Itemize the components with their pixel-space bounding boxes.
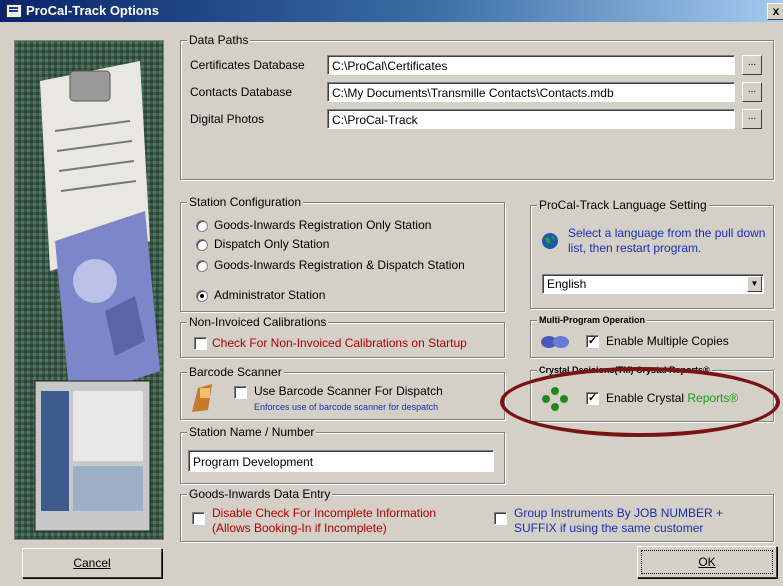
radio-goods-inwards-dispatch-label[interactable]: Goods-Inwards Registration & Dispatch St… <box>214 258 465 272</box>
group-instruments-label-line1[interactable]: Group Instruments By JOB NUMBER + <box>514 506 723 520</box>
certificates-browse-button[interactable]: ... <box>742 55 762 75</box>
station-name-field[interactable]: Program Development <box>188 450 494 472</box>
close-button[interactable]: x <box>767 3 783 20</box>
barcode-check-label[interactable]: Use Barcode Scanner For Dispatch <box>254 384 443 398</box>
radio-dispatch-only-label[interactable]: Dispatch Only Station <box>214 237 329 251</box>
window-title: ProCal-Track Options <box>26 3 159 18</box>
highlight-ellipse <box>500 367 780 437</box>
non-invoiced-check-label[interactable]: Check For Non-Invoiced Calibrations on S… <box>212 336 467 350</box>
disable-check-label[interactable]: Disable Check For Incomplete Information <box>212 506 436 520</box>
certificates-db-label: Certificates Database <box>190 58 305 72</box>
non-invoiced-title: Non-Invoiced Calibrations <box>187 315 329 329</box>
group-instruments-label-line2[interactable]: SUFFIX if using the same customer <box>514 521 703 535</box>
disable-check-checkbox[interactable] <box>192 512 205 525</box>
radio-goods-inwards-only[interactable] <box>196 220 208 232</box>
language-title: ProCal-Track Language Setting <box>537 198 709 212</box>
multiple-copies-label[interactable]: Enable Multiple Copies <box>606 334 729 348</box>
group-instruments-checkbox[interactable] <box>494 512 507 525</box>
station-name-title: Station Name / Number <box>187 425 317 439</box>
globe-icon <box>541 232 559 253</box>
multiple-copies-checkbox[interactable]: ✓ <box>586 335 599 348</box>
digital-photos-field[interactable]: C:\ProCal-Track <box>327 109 735 129</box>
non-invoiced-checkbox[interactable] <box>194 337 207 350</box>
barcode-title: Barcode Scanner <box>187 365 284 379</box>
photos-browse-button[interactable]: ... <box>742 109 762 129</box>
barcode-scanner-icon <box>188 382 216 417</box>
language-info: Select a language from the pull down lis… <box>568 226 766 255</box>
disable-check-note: (Allows Booking-In if Incomplete) <box>212 521 387 535</box>
radio-administrator-label[interactable]: Administrator Station <box>214 288 325 302</box>
cancel-button[interactable]: Cancel <box>22 548 162 578</box>
contacts-db-label: Contacts Database <box>190 85 293 99</box>
app-icon <box>6 4 22 18</box>
data-paths-title: Data Paths <box>187 33 251 47</box>
cancel-button-label: Cancel <box>73 556 111 570</box>
contacts-browse-button[interactable]: ... <box>742 82 762 102</box>
promo-image <box>14 40 164 540</box>
barcode-note: Enforces use of barcode scanner for desp… <box>254 402 439 412</box>
contacts-db-field[interactable]: C:\My Documents\Transmille Contacts\Cont… <box>327 82 735 102</box>
language-selected-value: English <box>547 277 587 291</box>
certificates-db-field[interactable]: C:\ProCal\Certificates <box>327 55 735 75</box>
radio-administrator[interactable] <box>196 290 208 302</box>
barcode-checkbox[interactable] <box>234 386 247 399</box>
radio-goods-inwards-only-label[interactable]: Goods-Inwards Registration Only Station <box>214 218 431 232</box>
digital-photos-label: Digital Photos <box>190 112 265 126</box>
ok-button[interactable]: OK <box>637 546 777 578</box>
radio-dispatch-only[interactable] <box>196 239 208 251</box>
station-config-title: Station Configuration <box>187 195 304 209</box>
multi-program-title: Multi-Program Operation <box>537 315 648 325</box>
radio-goods-inwards-dispatch[interactable] <box>196 260 208 272</box>
chevron-down-icon[interactable]: ▼ <box>747 276 762 292</box>
language-select[interactable]: English ▼ <box>542 274 764 294</box>
title-bar: ProCal-Track Options x <box>0 0 783 22</box>
multiple-copies-icon <box>540 334 570 353</box>
goods-inwards-title: Goods-Inwards Data Entry <box>187 487 333 501</box>
ok-button-label: OK <box>698 555 716 569</box>
